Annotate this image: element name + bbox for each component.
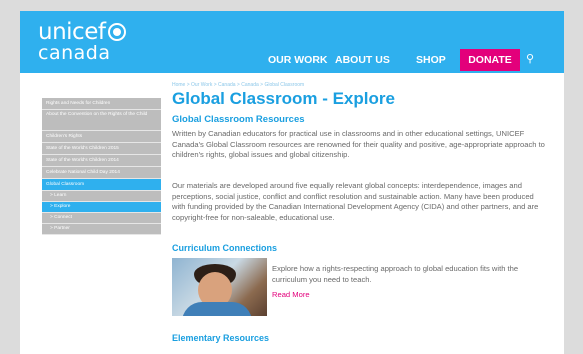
elementary-heading[interactable]: Elementary Resources	[172, 333, 269, 343]
nav-our-work[interactable]: OUR WORK	[268, 54, 328, 66]
unicef-globe-icon	[108, 23, 127, 41]
curriculum-description: Explore how a rights-respecting approach…	[272, 264, 519, 284]
child-photo	[172, 258, 267, 316]
sidebar-nav: Rights and Needs for Children About the …	[42, 98, 161, 235]
intro-paragraph: Written by Canadian educators for practi…	[172, 129, 545, 159]
sidebar-item-global-classroom[interactable]: Global Classroom	[42, 179, 161, 191]
sidebar-item-sowc-2015[interactable]: State of the World's Children 2015	[42, 143, 161, 155]
sidebar-item-child-day[interactable]: Celebrate National Child Day 2014	[42, 167, 161, 179]
logo-subtitle: canada	[38, 42, 111, 64]
sidebar-subitem-explore[interactable]: > Explore	[42, 202, 161, 213]
browser-viewport: unicef canada OUR WORK ABOUT US SHOP DON…	[20, 11, 564, 354]
section-subtitle: Global Classroom Resources	[172, 114, 305, 125]
unicef-logo[interactable]: unicef canada	[38, 19, 127, 64]
sidebar-item-convention[interactable]: About the Convention on the Rights of th…	[42, 110, 161, 131]
nav-about-us[interactable]: ABOUT US	[335, 54, 390, 66]
sidebar-subitem-learn[interactable]: > Learn	[42, 191, 161, 202]
page-title: Global Classroom - Explore	[172, 89, 395, 108]
sidebar-subitem-connect[interactable]: > Connect	[42, 213, 161, 224]
site-header: unicef canada OUR WORK ABOUT US SHOP DON…	[20, 11, 564, 73]
read-more-link[interactable]: Read More	[272, 290, 310, 299]
sidebar-item-childrens-rights[interactable]: Children's Rights	[42, 131, 161, 143]
logo-wordmark: unicef	[38, 19, 106, 45]
sidebar-item-sowc-2014[interactable]: State of the World's Children 2014	[42, 155, 161, 167]
breadcrumb[interactable]: Home > Our Work > Canada > Canada > Glob…	[172, 82, 304, 88]
nav-shop[interactable]: SHOP	[416, 54, 446, 66]
search-icon[interactable]: ⚲	[523, 52, 537, 66]
sidebar-subitem-partner[interactable]: > Partner	[42, 224, 161, 235]
materials-paragraph: Our materials are developed around five …	[172, 181, 539, 222]
curriculum-heading[interactable]: Curriculum Connections	[172, 243, 277, 253]
sidebar-item-rights-needs[interactable]: Rights and Needs for Children	[42, 98, 161, 110]
donate-button[interactable]: DONATE	[460, 49, 520, 71]
